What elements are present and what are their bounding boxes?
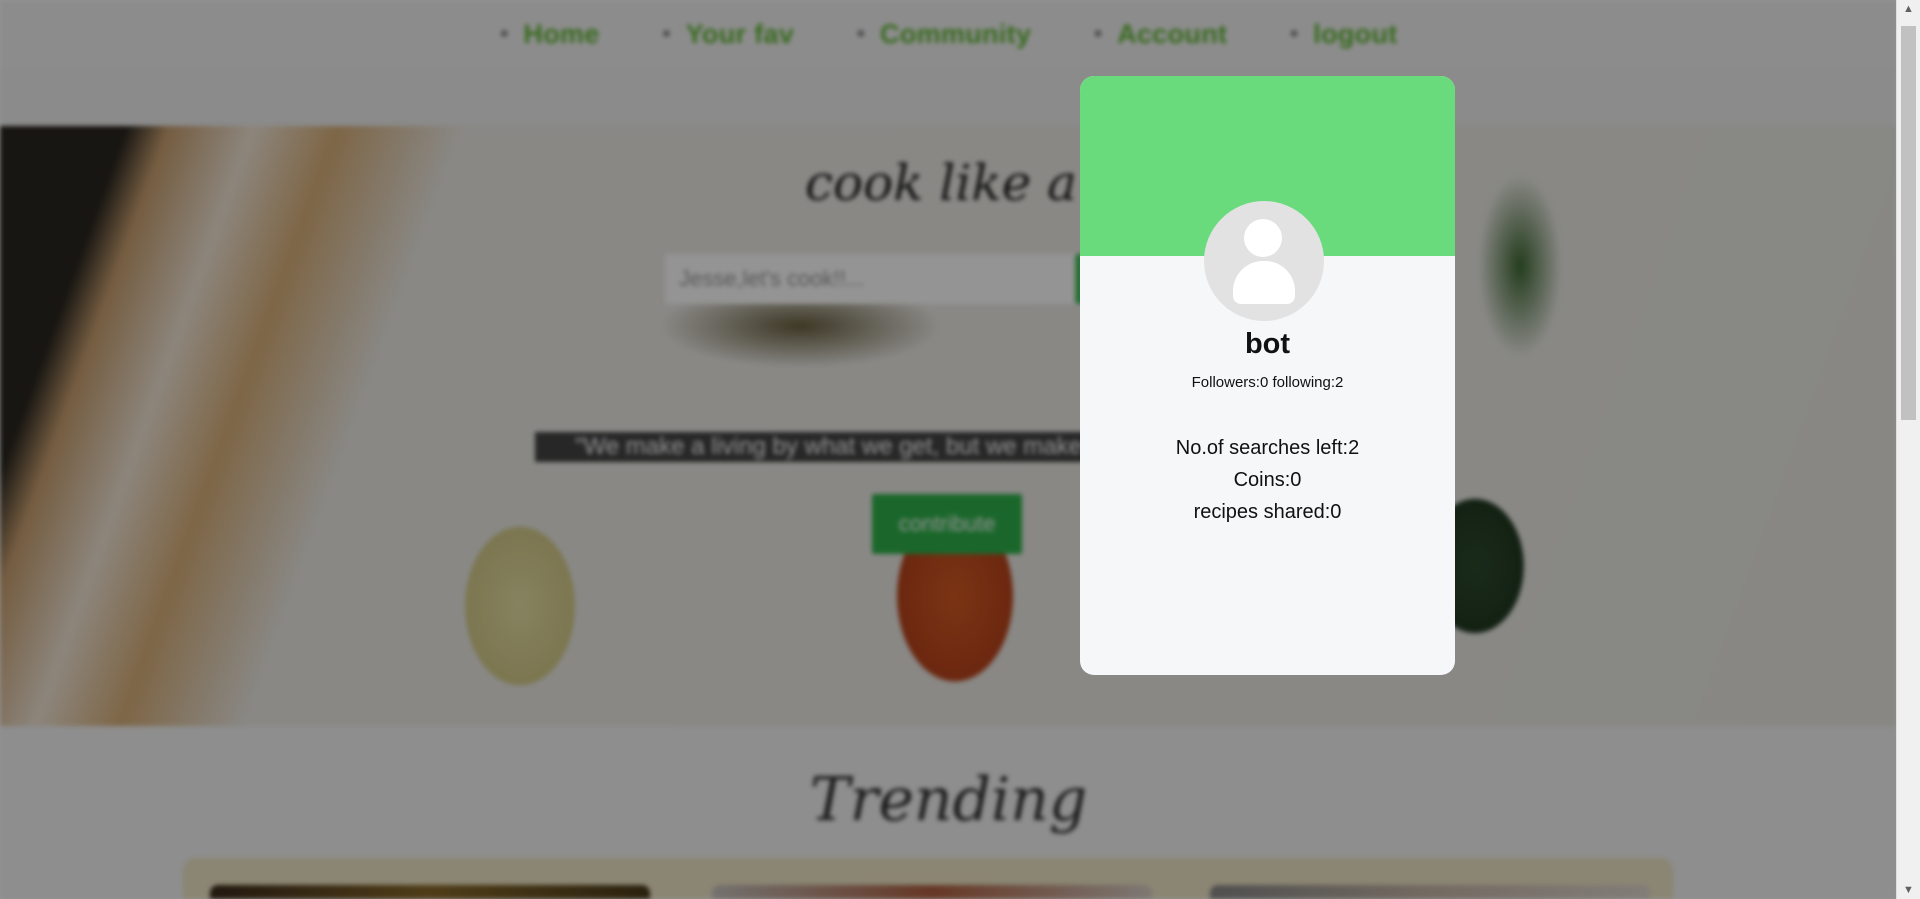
follow-counts: Followers:0 following:2 bbox=[1191, 374, 1344, 391]
profile-stats: No.of searches left:2 Coins:0 recipes sh… bbox=[1080, 432, 1455, 528]
profile-username: bot bbox=[1244, 328, 1291, 360]
scroll-down-icon[interactable]: ▼ bbox=[1897, 881, 1920, 899]
page-scrollbar[interactable]: ▲ ▼ bbox=[1896, 0, 1920, 899]
searches-left: No.of searches left:2 bbox=[1175, 437, 1360, 459]
recipes-shared: recipes shared:0 bbox=[1193, 501, 1342, 523]
scroll-thumb[interactable] bbox=[1901, 26, 1916, 420]
modal-overlay[interactable] bbox=[0, 0, 1897, 899]
avatar-icon bbox=[1204, 201, 1324, 321]
coins-count: Coins:0 bbox=[1233, 469, 1302, 491]
scroll-up-icon[interactable]: ▲ bbox=[1897, 0, 1920, 18]
profile-card: bot Followers:0 following:2 No.of search… bbox=[1080, 76, 1455, 675]
